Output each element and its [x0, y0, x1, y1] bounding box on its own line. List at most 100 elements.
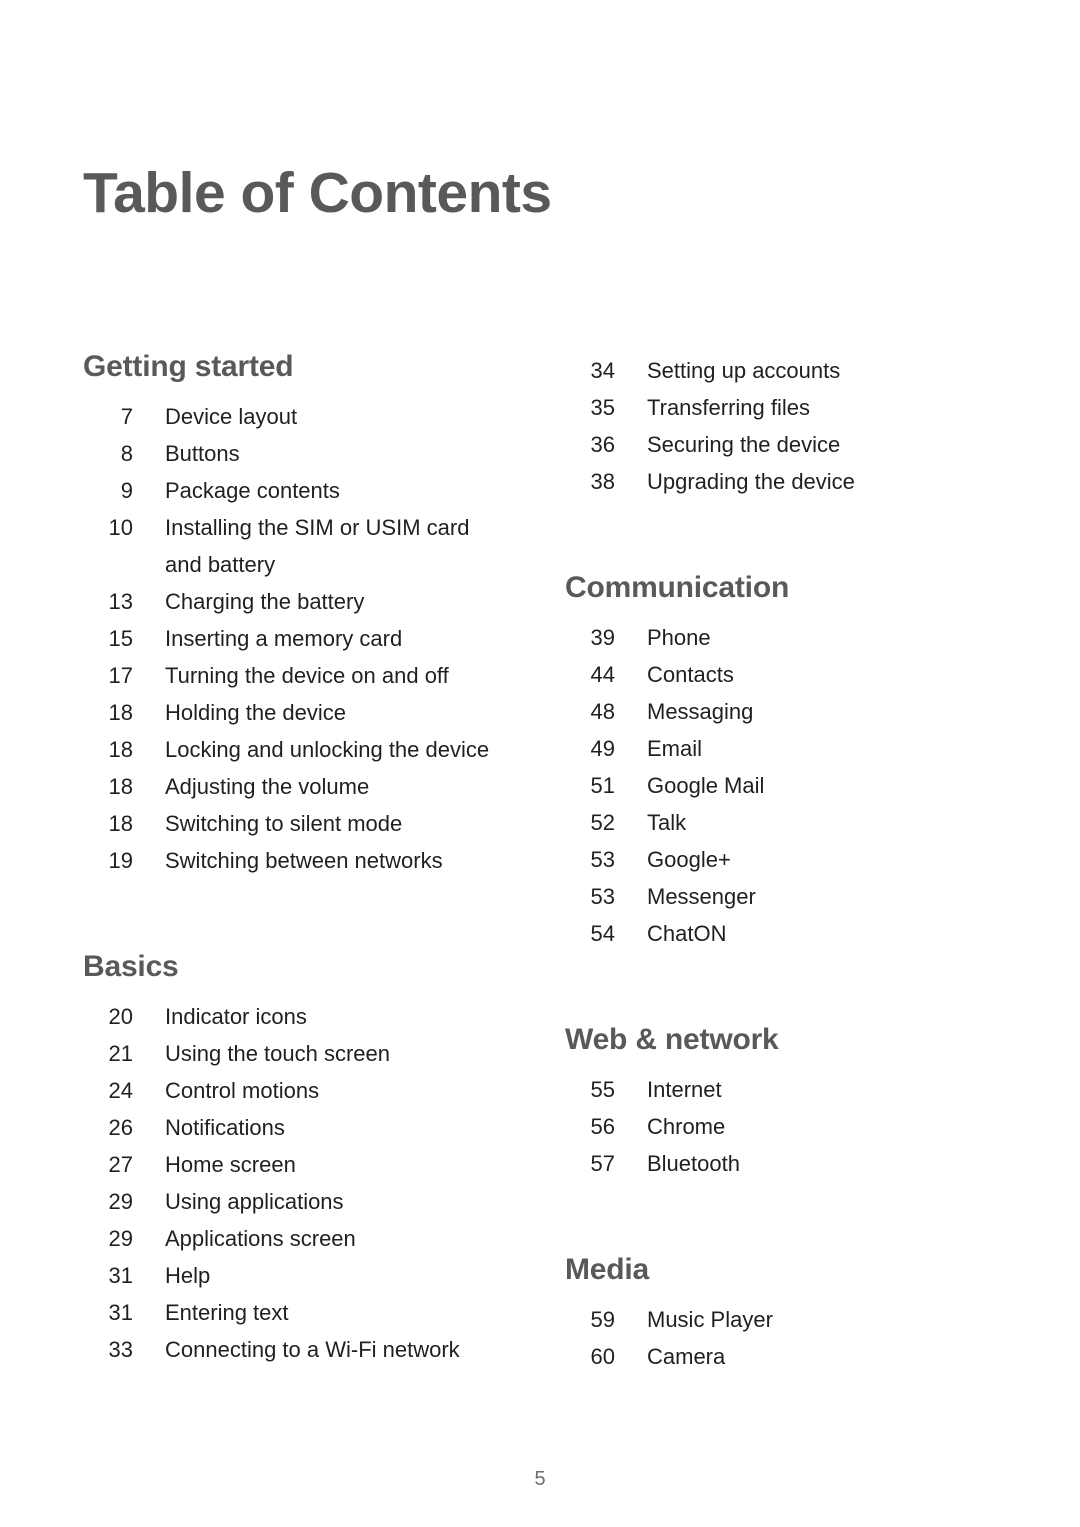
toc-entry-page-number: 8: [120, 441, 133, 466]
toc-entry-page-number: 53: [590, 847, 615, 872]
toc-entry-list: 55 Internet 56 Chrome 57 Bluetooth: [565, 1071, 985, 1182]
toc-entry-label: Holding the device: [165, 700, 347, 725]
toc-entry[interactable]: 18 Locking and unlocking the device: [83, 731, 503, 768]
toc-entry[interactable]: 33 Connecting to a Wi-Fi network: [83, 1331, 503, 1368]
toc-entry[interactable]: 8 Buttons: [83, 435, 503, 472]
toc-entry[interactable]: 26 Notifications: [83, 1109, 503, 1146]
toc-entry[interactable]: 19 Switching between networks: [83, 842, 503, 879]
toc-entry-page-number: 38: [590, 469, 615, 494]
toc-page: Table of Contents Getting started 7 Device…: [0, 0, 1080, 1527]
toc-entry[interactable]: 54 ChatON: [565, 915, 985, 952]
toc-section-web-network: Web & network 55 Internet 56 Chrome 57 Bluetoo…: [565, 1025, 985, 1182]
toc-entry-page-number: 36: [590, 432, 615, 457]
toc-entry[interactable]: 20 Indicator icons: [83, 998, 503, 1035]
toc-entry[interactable]: 27 Home screen: [83, 1146, 503, 1183]
toc-entry[interactable]: 7 Device layout: [83, 398, 503, 435]
toc-entry-label: Upgrading the device: [647, 469, 855, 494]
toc-section-getting-started: Getting started 7 Device layout 8 Buttons 9 Pa…: [83, 352, 503, 879]
toc-entry-label: Setting up accounts: [647, 358, 841, 383]
toc-entry-label: Bluetooth: [647, 1151, 740, 1176]
toc-entry[interactable]: 52 Talk: [565, 804, 985, 841]
toc-entry[interactable]: 39 Phone: [565, 619, 985, 656]
toc-entry-page-number: 10: [108, 515, 133, 540]
toc-entry-page-number: 55: [590, 1077, 615, 1102]
toc-entry[interactable]: 31 Help: [83, 1257, 503, 1294]
toc-entry-label: Chrome: [647, 1114, 726, 1139]
toc-entry-label: Applications screen: [165, 1226, 356, 1251]
toc-entry[interactable]: 29 Using applications: [83, 1183, 503, 1220]
toc-entry-label: Google+: [647, 847, 731, 872]
toc-entry[interactable]: 53 Google+: [565, 841, 985, 878]
toc-entry-label: Help: [165, 1263, 211, 1288]
toc-entry-page-number: 52: [590, 810, 615, 835]
toc-entry-page-number: 19: [108, 848, 133, 873]
toc-entry[interactable]: 44 Contacts: [565, 656, 985, 693]
toc-entry-page-number: 17: [108, 663, 133, 688]
toc-entry[interactable]: 21 Using the touch screen: [83, 1035, 503, 1072]
toc-entry-label: Installing the SIM or USIM card and batt…: [165, 515, 470, 577]
toc-entry-label: Connecting to a Wi-Fi network: [165, 1337, 460, 1362]
toc-entry-page-number: 33: [108, 1337, 133, 1362]
toc-entry-page-number: 31: [108, 1263, 133, 1288]
toc-entry-label: Camera: [647, 1344, 726, 1369]
toc-entry[interactable]: 49 Email: [565, 730, 985, 767]
toc-entry[interactable]: 51 Google Mail: [565, 767, 985, 804]
toc-entry[interactable]: 55 Internet: [565, 1071, 985, 1108]
toc-entry[interactable]: 18 Holding the device: [83, 694, 503, 731]
toc-entry[interactable]: 18 Switching to silent mode: [83, 805, 503, 842]
toc-entry-label: Transferring files: [647, 395, 811, 420]
toc-entry-label: Package contents: [165, 478, 340, 503]
toc-entry[interactable]: 15 Inserting a memory card: [83, 620, 503, 657]
toc-entry-page-number: 29: [108, 1226, 133, 1251]
toc-entry[interactable]: 17 Turning the device on and off: [83, 657, 503, 694]
toc-entry-label: Locking and unlocking the device: [165, 737, 490, 762]
toc-entry[interactable]: 57 Bluetooth: [565, 1145, 985, 1182]
toc-section-media: Media 59 Music Player 60 Camera: [565, 1255, 985, 1375]
toc-column-right: 34 Setting up accounts 35 Transferring file…: [565, 352, 985, 1375]
toc-entry[interactable]: 60 Camera: [565, 1338, 985, 1375]
toc-entry-page-number: 21: [108, 1041, 133, 1066]
toc-entry-list: 39 Phone 44 Contacts 48 Messaging 49 Email 51 Goo…: [565, 619, 985, 952]
toc-entry-label: Inserting a memory card: [165, 626, 403, 651]
toc-entry-label: Notifications: [165, 1115, 285, 1140]
toc-entry-page-number: 27: [108, 1152, 133, 1177]
toc-entry-label: Google Mail: [647, 773, 765, 798]
toc-entry[interactable]: 35 Transferring files: [565, 389, 985, 426]
toc-entry[interactable]: 29 Applications screen: [83, 1220, 503, 1257]
toc-entry-label: Home screen: [165, 1152, 296, 1177]
toc-entry[interactable]: 24 Control motions: [83, 1072, 503, 1109]
toc-entry-label: Phone: [647, 625, 711, 650]
toc-entry-label: Charging the battery: [165, 589, 365, 614]
page-number: 5: [534, 1468, 546, 1490]
toc-entry[interactable]: 34 Setting up accounts: [565, 352, 985, 389]
toc-entry-label: Messaging: [647, 699, 754, 724]
toc-entry-list: 59 Music Player 60 Camera: [565, 1301, 985, 1375]
toc-entry-label: Talk: [647, 810, 687, 835]
toc-entry-label: Using the touch screen: [165, 1041, 391, 1066]
toc-entry-page-number: 51: [590, 773, 615, 798]
toc-entry-page-number: 29: [108, 1189, 133, 1214]
toc-entry[interactable]: 38 Upgrading the device: [565, 463, 985, 500]
section-heading: Getting started: [83, 350, 294, 383]
toc-entry-page-number: 26: [108, 1115, 133, 1140]
toc-entry-page-number: 59: [590, 1307, 615, 1332]
toc-entry[interactable]: 18 Adjusting the volume: [83, 768, 503, 805]
toc-entry-list: 34 Setting up accounts 35 Transferring file…: [565, 352, 985, 500]
toc-entry-page-number: 18: [108, 700, 133, 725]
toc-entry-page-number: 57: [590, 1151, 615, 1176]
toc-entry[interactable]: 10 Installing the SIM or USIM card and ba…: [83, 509, 503, 583]
toc-entry[interactable]: 36 Securing the device: [565, 426, 985, 463]
toc-entry-label: Turning the device on and off: [165, 663, 449, 688]
toc-entry-page-number: 31: [108, 1300, 133, 1325]
toc-entry[interactable]: 48 Messaging: [565, 693, 985, 730]
toc-entry-page-number: 39: [590, 625, 615, 650]
toc-entry[interactable]: 56 Chrome: [565, 1108, 985, 1145]
toc-entry[interactable]: 13 Charging the battery: [83, 583, 503, 620]
toc-entry-label: Entering text: [165, 1300, 289, 1325]
section-heading: Basics: [83, 950, 179, 983]
toc-entry[interactable]: 59 Music Player: [565, 1301, 985, 1338]
toc-entry[interactable]: 31 Entering text: [83, 1294, 503, 1331]
toc-entry[interactable]: 9 Package contents: [83, 472, 503, 509]
toc-entry[interactable]: 53 Messenger: [565, 878, 985, 915]
toc-entry-page-number: 35: [590, 395, 615, 420]
